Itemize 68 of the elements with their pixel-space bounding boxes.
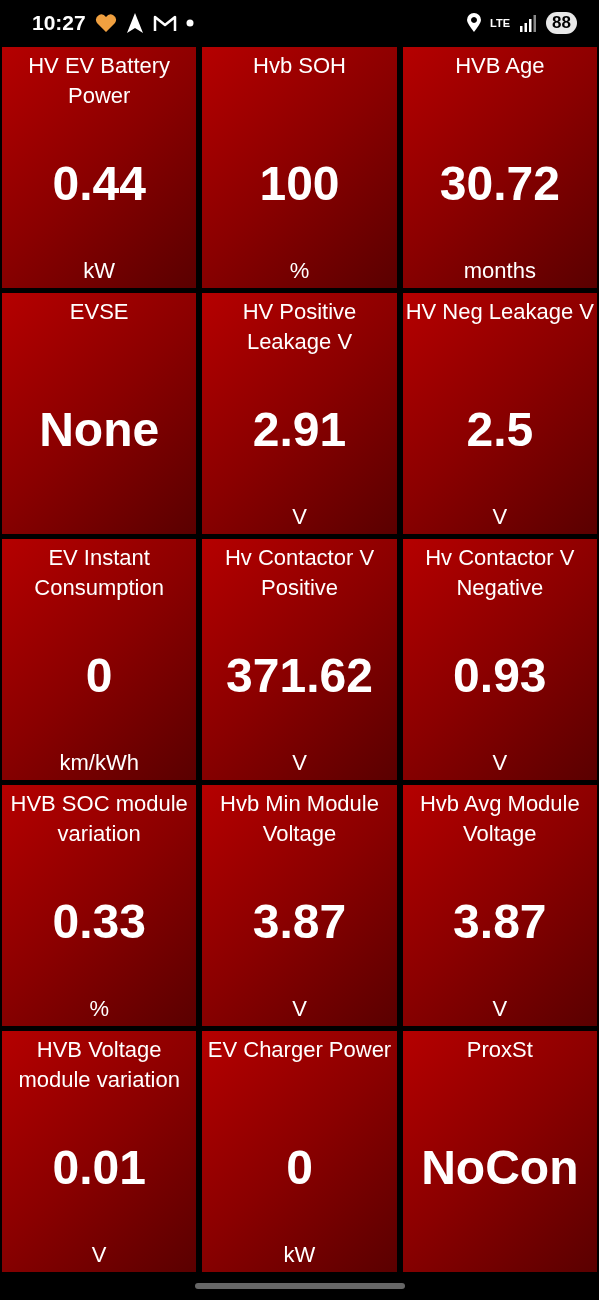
gauge-unit: V: [492, 749, 508, 777]
gauge-title: HVB Age: [455, 52, 545, 80]
gauge-title: ProxSt: [466, 1036, 533, 1064]
gauge-value: 371.62: [226, 648, 373, 703]
gauge-unit: km/kWh: [59, 749, 139, 777]
gauge-unit: V: [492, 503, 508, 531]
gauge-title: EV Charger Power: [207, 1036, 392, 1064]
gauge-tile[interactable]: EV Instant Consumption 0 km/kWh: [2, 539, 197, 780]
gauge-tile[interactable]: HVB Voltage module variation 0.01 V: [2, 1031, 197, 1272]
gauge-tile[interactable]: HVB Age 30.72 months: [402, 47, 597, 288]
navigation-arrow-icon: [125, 12, 144, 34]
gauge-value: 0: [85, 648, 113, 703]
gauge-title: HV Neg Leakage V: [405, 298, 594, 326]
gauge-title: Hv Contactor V Positive: [223, 544, 376, 602]
gauge-value: NoCon: [421, 1140, 579, 1195]
gauge-unit: %: [289, 257, 310, 285]
gauge-title: Hvb Min Module Voltage: [219, 790, 380, 848]
gauge-value: 2.5: [466, 402, 534, 457]
gauge-value: 0.44: [52, 156, 146, 211]
gauge-title: Hv Contactor V Negative: [424, 544, 576, 602]
gauge-unit: %: [89, 995, 109, 1023]
gauge-title: Hvb Avg Module Voltage: [418, 790, 581, 848]
gauge-unit: V: [292, 503, 307, 531]
gauge-title: HV EV Battery Power: [27, 52, 172, 110]
gauge-unit: V: [292, 995, 307, 1023]
gauge-value: 0: [286, 1140, 313, 1195]
gauge-unit: kW: [283, 1241, 316, 1269]
gauge-value: None: [39, 402, 160, 457]
gauge-tile[interactable]: Hv Contactor V Positive 371.62 V: [202, 539, 397, 780]
gauge-title: HVB SOC module variation: [9, 790, 189, 848]
gauge-tile[interactable]: HVB SOC module variation 0.33 %: [2, 785, 197, 1026]
gauge-unit: V: [292, 749, 307, 777]
gauge-tile[interactable]: Hvb SOH 100 %: [202, 47, 397, 288]
gauge-value: 0.33: [52, 894, 146, 949]
gauge-unit: kW: [83, 257, 116, 285]
gauge-tile[interactable]: EV Charger Power 0 kW: [202, 1031, 397, 1272]
gauge-value: 0.01: [52, 1140, 146, 1195]
gauge-tile[interactable]: Hvb Min Module Voltage 3.87 V: [202, 785, 397, 1026]
heart-icon: [94, 13, 117, 33]
gauge-tile[interactable]: Hv Contactor V Negative 0.93 V: [402, 539, 597, 780]
gauge-tile[interactable]: ProxSt NoCon: [402, 1031, 597, 1272]
gauge-title: EVSE: [69, 298, 129, 326]
gauge-value: 2.91: [252, 402, 347, 457]
gauge-value: 30.72: [439, 156, 560, 211]
gauge-title: HV Positive Leakage V: [241, 298, 358, 356]
home-indicator[interactable]: [194, 1283, 405, 1289]
clock-time: 10:27: [32, 11, 86, 35]
location-icon: [467, 13, 482, 33]
gauge-tile[interactable]: HV EV Battery Power 0.44 kW: [2, 47, 197, 288]
battery-level: 88: [546, 12, 577, 34]
gauge-title: HVB Voltage module variation: [17, 1036, 181, 1094]
gauge-tile[interactable]: EVSE None: [2, 293, 197, 534]
gauge-value: 3.87: [252, 894, 347, 949]
gauge-title: EV Instant Consumption: [33, 544, 165, 602]
gauge-tile[interactable]: HV Positive Leakage V 2.91 V: [202, 293, 397, 534]
gauge-unit: months: [463, 257, 536, 285]
gauge-unit: V: [91, 1241, 107, 1269]
signal-icon: [519, 14, 538, 32]
gauge-value: 3.87: [453, 894, 547, 949]
notification-dot-icon: [185, 19, 194, 27]
gauge-value: 100: [259, 156, 340, 211]
gauge-tile[interactable]: HV Neg Leakage V 2.5 V: [402, 293, 597, 534]
gauge-tile[interactable]: Hvb Avg Module Voltage 3.87 V: [402, 785, 597, 1026]
gauge-value: 0.93: [453, 648, 547, 703]
gauge-unit: V: [492, 995, 508, 1023]
network-type: LTE: [490, 17, 511, 29]
gauge-title: Hvb SOH: [253, 52, 346, 80]
mail-icon: [152, 14, 177, 32]
